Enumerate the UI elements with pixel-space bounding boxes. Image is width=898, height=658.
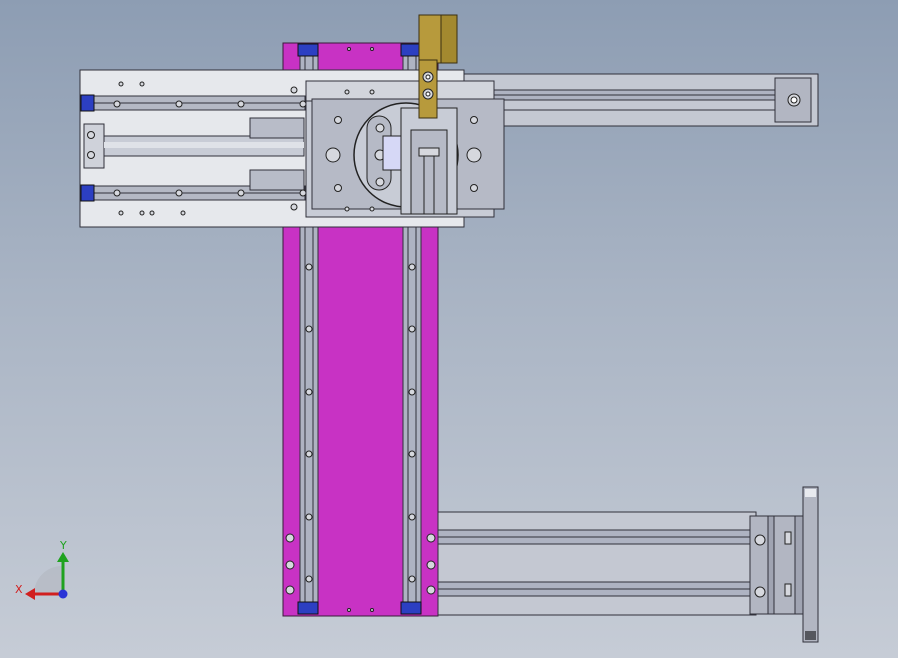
y-axis-label: Y [59, 539, 67, 552]
coordinate-triad: Y X [15, 539, 69, 600]
mount-block-bottom-left [297, 601, 319, 615]
top-right-slide[interactable] [459, 73, 819, 127]
gripper-carriage[interactable] [305, 80, 505, 218]
bottom-cylinder-module[interactable] [437, 486, 819, 643]
cad-drawing[interactable]: Y X [0, 0, 898, 658]
x-axis-label: X [15, 583, 23, 596]
mount-block-bottom-right [400, 601, 422, 615]
graphics-viewport[interactable]: Y X [0, 0, 898, 658]
cylinder-end-block [83, 123, 105, 169]
mount-block-top-right [400, 43, 422, 57]
mount-block-top-left [297, 43, 319, 57]
end-plate [802, 486, 819, 643]
z-axis-dot [58, 589, 68, 599]
end-block [749, 515, 803, 615]
